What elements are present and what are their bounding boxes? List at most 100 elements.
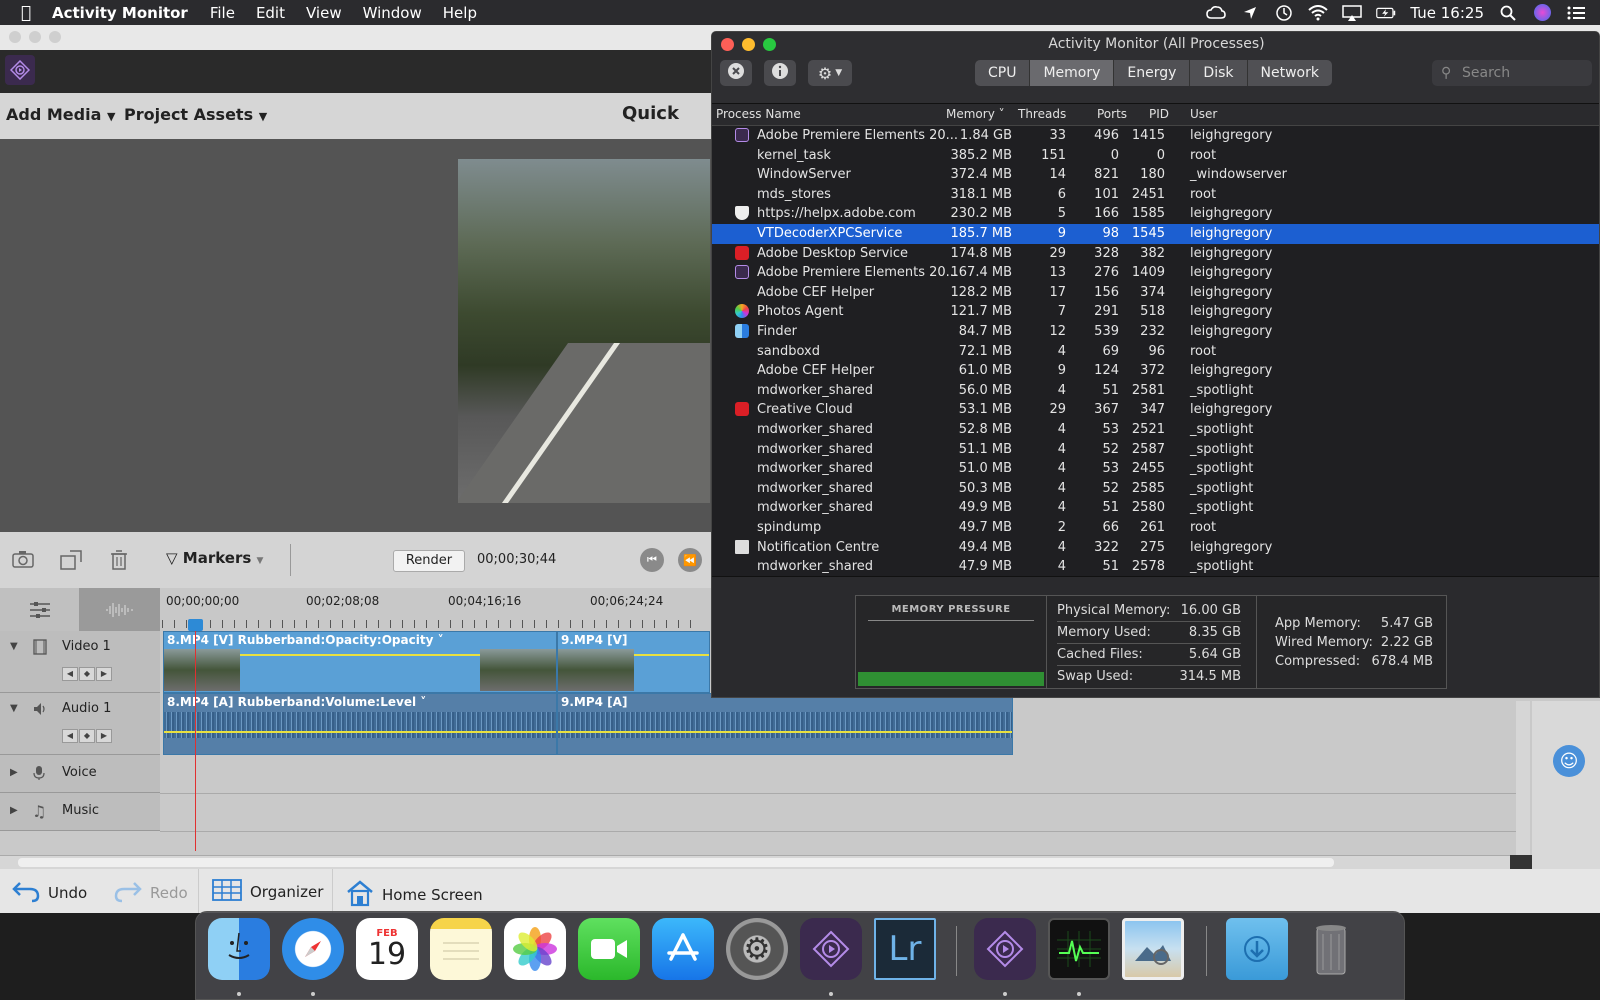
menu-clock[interactable]: Tue 16:25: [1410, 4, 1484, 22]
spotlight-search-icon[interactable]: [1498, 4, 1518, 22]
process-row[interactable]: mdworker_shared 51.0 MB 4 53 2455 _spotlight: [712, 459, 1599, 479]
camera-icon[interactable]: [12, 550, 34, 570]
col-pid[interactable]: PID: [1149, 107, 1169, 121]
expand-arrow-icon[interactable]: ▶: [10, 805, 18, 816]
finder-icon[interactable]: [208, 918, 270, 980]
audio-clip-8[interactable]: 8.MP4 [A] Rubberband:Volume:Level ˅: [163, 693, 557, 755]
premiere-close-button[interactable]: [9, 31, 21, 43]
process-row[interactable]: kernel_task 385.2 MB 151 0 0 root: [712, 146, 1599, 166]
tab-cpu[interactable]: CPU: [975, 60, 1031, 86]
feedback-smiley-icon[interactable]: ☺: [1553, 745, 1585, 777]
process-row[interactable]: Adobe CEF Helper 61.0 MB 9 124 372 leighgrego…: [712, 361, 1599, 381]
process-row[interactable]: mdworker_shared 52.8 MB 4 53 2521 _spotlight: [712, 420, 1599, 440]
action-menu-button[interactable]: ⚙ ▼: [808, 60, 852, 86]
activity-monitor-dock-icon[interactable]: [1048, 918, 1110, 980]
next-keyframe-icon[interactable]: ▶: [96, 667, 112, 681]
process-row[interactable]: mdworker_shared 50.3 MB 4 52 2585 _spotlight: [712, 479, 1599, 499]
siri-icon[interactable]: [1532, 4, 1552, 22]
app-store-icon[interactable]: [652, 918, 714, 980]
quick-mode-tab[interactable]: Quick: [622, 103, 679, 124]
expand-arrow-icon[interactable]: ▼: [10, 641, 18, 652]
process-row[interactable]: Adobe Premiere Elements 20... 167.4 MB 13 2…: [712, 263, 1599, 283]
scrollbar-thumb[interactable]: [18, 858, 1334, 867]
process-row[interactable]: mdworker_shared 51.1 MB 4 52 2587 _spotlight: [712, 440, 1599, 460]
tab-network[interactable]: Network: [1247, 60, 1332, 86]
tab-energy[interactable]: Energy: [1114, 60, 1191, 86]
trash-dock-icon[interactable]: [1300, 918, 1362, 980]
render-button[interactable]: Render: [393, 550, 465, 572]
next-keyframe-icon[interactable]: ▶: [96, 729, 112, 743]
notes-icon[interactable]: [430, 918, 492, 980]
add-media-menu[interactable]: Add Media ▼: [6, 105, 115, 124]
resize-icon[interactable]: [60, 550, 82, 570]
project-assets-menu[interactable]: Project Assets ▼: [124, 105, 267, 124]
process-row[interactable]: https://helpx.adobe.com 230.2 MB 5 166 1585 l…: [712, 204, 1599, 224]
tab-memory[interactable]: Memory: [1030, 60, 1115, 86]
process-row[interactable]: Adobe Premiere Elements 20... 1.84 GB 33 49…: [712, 126, 1599, 146]
col-threads[interactable]: Threads: [1018, 107, 1066, 121]
time-machine-icon[interactable]: [1274, 4, 1294, 22]
process-row[interactable]: Photos Agent 121.7 MB 7 291 518 leighgregory: [712, 302, 1599, 322]
apple-menu-icon[interactable]: : [0, 3, 52, 23]
process-row[interactable]: sandboxd 72.1 MB 4 69 96 root: [712, 342, 1599, 362]
menu-window[interactable]: Window: [363, 4, 422, 22]
premiere-elements-editor-dock-icon[interactable]: [974, 918, 1036, 980]
timeline-horizontal-scrollbar[interactable]: [0, 855, 1510, 869]
process-row[interactable]: Adobe CEF Helper 128.2 MB 17 156 374 leighgre…: [712, 283, 1599, 303]
process-row[interactable]: mdworker_shared 56.0 MB 4 51 2581 _spotlight: [712, 381, 1599, 401]
lightroom-icon[interactable]: Lr: [874, 918, 936, 980]
col-process-name[interactable]: Process Name: [716, 107, 801, 121]
tab-disk[interactable]: Disk: [1190, 60, 1248, 86]
premiere-elements-dock-icon[interactable]: [800, 918, 862, 980]
add-keyframe-icon[interactable]: ◆: [79, 667, 95, 681]
creative-cloud-status-icon[interactable]: [1206, 4, 1227, 22]
premiere-minimize-button[interactable]: [29, 31, 41, 43]
process-row[interactable]: WindowServer 372.4 MB 14 821 180 _windowserve…: [712, 165, 1599, 185]
facetime-icon[interactable]: [578, 918, 640, 980]
expand-arrow-icon[interactable]: ▶: [10, 767, 18, 778]
menu-file[interactable]: File: [210, 4, 235, 22]
col-memory[interactable]: Memory ˅: [946, 107, 1005, 121]
expand-arrow-icon[interactable]: ▼: [10, 703, 18, 714]
process-row[interactable]: Finder 84.7 MB 12 539 232 leighgregory: [712, 322, 1599, 342]
battery-icon[interactable]: [1376, 4, 1396, 22]
prev-keyframe-icon[interactable]: ◀: [62, 667, 78, 681]
go-to-start-icon[interactable]: ⏮: [640, 548, 664, 572]
add-keyframe-icon[interactable]: ◆: [79, 729, 95, 743]
notification-center-icon[interactable]: [1566, 4, 1586, 22]
menu-app-name[interactable]: Activity Monitor: [52, 4, 188, 22]
process-row[interactable]: mds_stores 318.1 MB 6 101 2451 root: [712, 185, 1599, 205]
markers-menu[interactable]: ▽ Markers ▼: [166, 549, 263, 567]
video-clip-8[interactable]: 8.MP4 [V] Rubberband:Opacity:Opacity ˅: [163, 631, 557, 693]
timeline-vertical-scrollbar[interactable]: [1516, 701, 1530, 855]
menu-edit[interactable]: Edit: [256, 4, 285, 22]
undo-button[interactable]: Undo: [12, 879, 87, 907]
col-user[interactable]: User: [1190, 107, 1217, 121]
location-icon[interactable]: [1240, 4, 1260, 22]
step-back-icon[interactable]: ⏪: [678, 548, 702, 572]
system-preferences-icon[interactable]: ⚙: [726, 918, 788, 980]
wifi-icon[interactable]: [1308, 4, 1329, 22]
process-row[interactable]: mdworker_shared 49.9 MB 4 51 2580 _spotlight: [712, 498, 1599, 518]
calendar-icon[interactable]: FEB 19: [356, 918, 418, 980]
playhead-handle[interactable]: [188, 619, 203, 631]
prev-keyframe-icon[interactable]: ◀: [62, 729, 78, 743]
inspect-process-button[interactable]: [764, 60, 796, 86]
audio-clip-9[interactable]: 9.MP4 [A]: [557, 693, 1013, 755]
col-ports[interactable]: Ports: [1097, 107, 1127, 121]
premiere-zoom-button[interactable]: [49, 31, 61, 43]
process-row[interactable]: Adobe Desktop Service 174.8 MB 29 328 382 lei…: [712, 244, 1599, 264]
track-settings-icon[interactable]: [28, 600, 52, 624]
process-row[interactable]: spindump 49.7 MB 2 66 261 root: [712, 518, 1599, 538]
preview-icon[interactable]: [1122, 918, 1184, 980]
safari-icon[interactable]: [282, 918, 344, 980]
menu-help[interactable]: Help: [443, 4, 477, 22]
process-row[interactable]: mdworker_shared 47.9 MB 4 51 2578 _spotlight: [712, 557, 1599, 576]
organizer-button[interactable]: Organizer: [212, 879, 323, 905]
search-input[interactable]: ⚲ Search: [1432, 60, 1592, 86]
process-row[interactable]: Creative Cloud 53.1 MB 29 367 347 leighgregor…: [712, 400, 1599, 420]
volume-rubberband[interactable]: [164, 731, 556, 733]
airplay-icon[interactable]: [1342, 4, 1363, 22]
process-row[interactable]: Notification Centre 49.4 MB 4 322 275 leighgr…: [712, 538, 1599, 558]
home-screen-button[interactable]: Home Screen: [346, 879, 483, 911]
